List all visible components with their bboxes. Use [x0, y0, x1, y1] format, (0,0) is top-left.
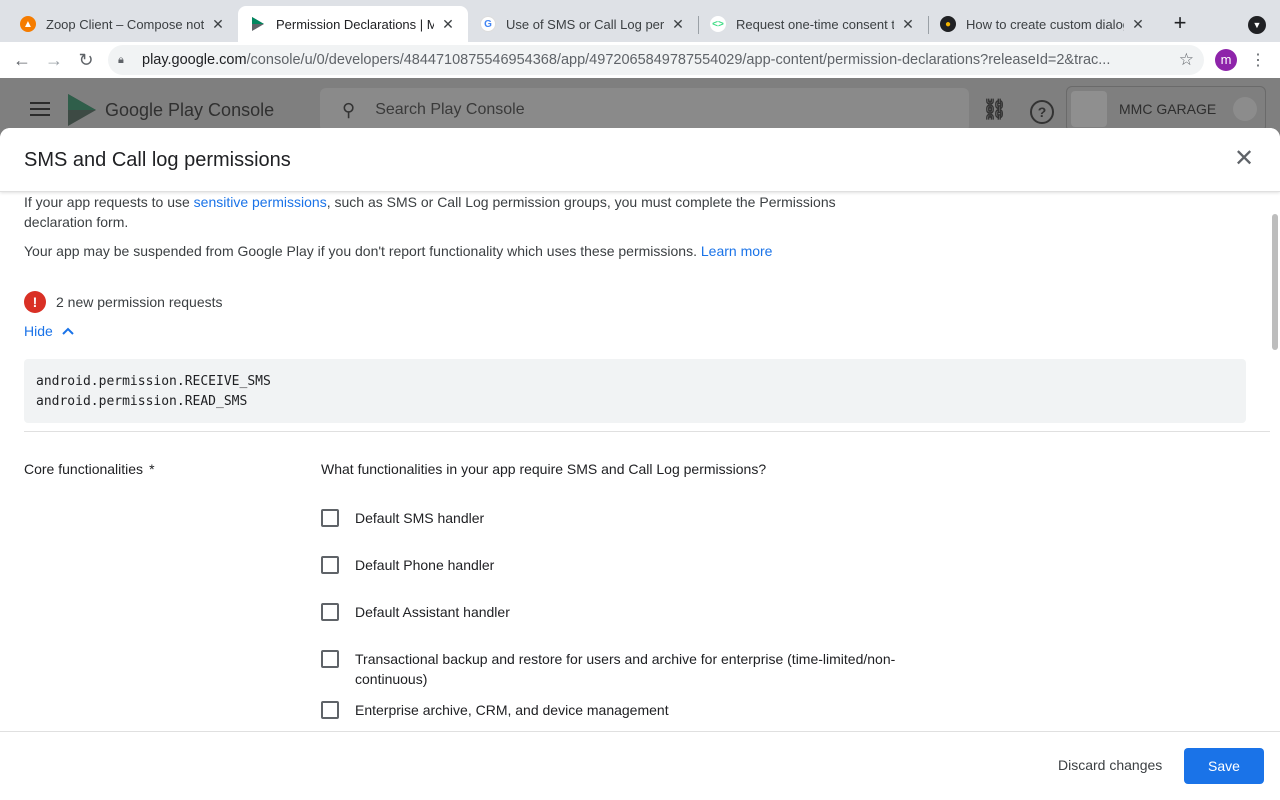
checkbox-enterprise-archive[interactable]: Enterprise archive, CRM, and device mana…	[321, 700, 941, 720]
permissions-dialog: SMS and Call log permissions ✕ If your a…	[0, 128, 1280, 800]
search-placeholder: Search Play Console	[375, 101, 525, 118]
browser-tab[interactable]: G Use of SMS or Call Log permi ✕	[468, 6, 698, 42]
required-mark: *	[149, 461, 155, 477]
checkbox[interactable]	[321, 650, 339, 668]
back-icon[interactable]: ←	[10, 48, 34, 72]
lock-icon[interactable]: 🔒︎	[118, 54, 132, 67]
close-tab-icon[interactable]: ✕	[900, 16, 916, 33]
address-bar[interactable]: 🔒︎ play.google.com /console/u/0/develope…	[108, 45, 1204, 75]
browser-tab-active[interactable]: Permission Declarations | MM ✕	[238, 6, 468, 42]
intro-paragraph: If your app requests to use sensitive pe…	[24, 192, 884, 232]
console-search-input[interactable]: ⚲ Search Play Console	[320, 88, 969, 132]
checkbox-default-sms-handler[interactable]: Default SMS handler	[321, 508, 941, 528]
suspension-text: Your app may be suspended from Google Pl…	[24, 243, 697, 259]
browser-tab[interactable]: ▲ Zoop Client – Compose notifi ✕	[8, 6, 238, 42]
checkbox-label: Transactional backup and restore for use…	[355, 651, 896, 687]
menu-icon[interactable]	[30, 102, 50, 116]
checkbox[interactable]	[321, 509, 339, 527]
checkbox[interactable]	[321, 556, 339, 574]
checkbox-default-assistant-handler[interactable]: Default Assistant handler	[321, 602, 941, 622]
discard-changes-button[interactable]: Discard changes	[1046, 747, 1174, 783]
close-tab-icon[interactable]: ✕	[210, 16, 226, 33]
permission-item: android.permission.RECEIVE_SMS	[36, 374, 271, 389]
new-tab-icon[interactable]: +	[1168, 12, 1192, 36]
console-brand: Google Play Console	[105, 100, 275, 120]
reload-icon[interactable]: ↻	[74, 48, 98, 72]
browser-tab[interactable]: ● How to create custom dialog ✕	[928, 6, 1158, 42]
close-tab-icon[interactable]: ✕	[440, 16, 456, 33]
chevron-up-icon	[61, 324, 75, 338]
checkbox-transactional-backup[interactable]: Transactional backup and restore for use…	[321, 649, 941, 689]
warning-text: 2 new permission requests	[56, 294, 223, 310]
checkbox[interactable]	[321, 603, 339, 621]
checkbox-label: Enterprise archive, CRM, and device mana…	[355, 702, 669, 718]
divider	[24, 431, 1270, 432]
functionality-question: What functionalities in your app require…	[321, 461, 767, 477]
scrollbar[interactable]	[1272, 214, 1278, 350]
checkbox[interactable]	[321, 701, 339, 719]
forward-icon[interactable]: →	[42, 48, 66, 72]
browser-menu-icon[interactable]: ⋮	[1250, 50, 1266, 70]
checkbox-label: Default Phone handler	[355, 557, 495, 573]
tab-title: Permission Declarations | MM	[276, 16, 434, 32]
tab-title: How to create custom dialog	[966, 16, 1124, 32]
url-path: /console/u/0/developers/4844710875546954…	[246, 52, 1111, 68]
developer-logo	[1071, 91, 1107, 127]
android-dev-icon: <>	[710, 16, 726, 32]
play-console-icon	[250, 16, 266, 32]
developer-name: MMC GARAGE	[1119, 101, 1217, 117]
play-console-logo-icon	[68, 94, 96, 126]
intro-text: If your app requests to use	[24, 194, 194, 210]
permission-warning: ! 2 new permission requests	[24, 291, 223, 313]
google-icon: G	[480, 16, 496, 32]
close-icon[interactable]: ✕	[1232, 147, 1256, 172]
core-label-text: Core functionalities	[24, 461, 144, 477]
checkbox-label: Default SMS handler	[355, 510, 485, 526]
stackoverflow-icon: ●	[940, 16, 956, 32]
permission-item: android.permission.READ_SMS	[36, 394, 248, 409]
sensitive-permissions-link[interactable]: sensitive permissions	[194, 194, 327, 210]
search-icon: ⚲	[342, 99, 356, 120]
tab-title: Use of SMS or Call Log permi	[506, 16, 664, 32]
url-host: play.google.com	[142, 52, 247, 68]
dialog-footer: Discard changes Save	[0, 731, 1280, 800]
tab-search-icon[interactable]: ▼	[1248, 16, 1266, 34]
dialog-title: SMS and Call log permissions	[24, 149, 291, 171]
checkbox-label: Default Assistant handler	[355, 604, 510, 620]
account-avatar	[1233, 97, 1257, 121]
error-icon: !	[24, 291, 46, 313]
firebase-icon: ▲	[20, 16, 36, 32]
hide-label: Hide	[24, 323, 53, 339]
close-tab-icon[interactable]: ✕	[1130, 16, 1146, 33]
developer-account-chip[interactable]: MMC GARAGE	[1066, 86, 1266, 132]
checkbox-default-phone-handler[interactable]: Default Phone handler	[321, 555, 941, 575]
link-icon[interactable]: ⛓	[982, 100, 1007, 124]
suspension-notice: Your app may be suspended from Google Pl…	[24, 241, 772, 261]
browser-toolbar: ← → ↻ 🔒︎ play.google.com /console/u/0/de…	[0, 42, 1280, 78]
browser-tab[interactable]: <> Request one-time consent to ✕	[698, 6, 928, 42]
profile-avatar[interactable]: m	[1215, 49, 1237, 71]
bookmark-star-icon[interactable]: ☆	[1179, 50, 1194, 70]
tab-title: Zoop Client – Compose notifi	[46, 16, 204, 32]
close-tab-icon[interactable]: ✕	[670, 16, 686, 33]
tab-title: Request one-time consent to	[736, 16, 894, 32]
hide-toggle-button[interactable]: Hide	[24, 323, 75, 339]
core-functionalities-label: Core functionalities *	[24, 461, 155, 477]
dialog-header: SMS and Call log permissions ✕	[0, 128, 1280, 192]
dialog-body: If your app requests to use sensitive pe…	[0, 192, 1280, 731]
browser-tab-strip: ▲ Zoop Client – Compose notifi ✕ Permiss…	[0, 0, 1280, 42]
learn-more-link[interactable]: Learn more	[701, 243, 773, 259]
permission-list: android.permission.RECEIVE_SMS android.p…	[24, 359, 1246, 423]
help-icon[interactable]: ?	[1030, 100, 1054, 124]
save-button[interactable]: Save	[1184, 748, 1264, 784]
